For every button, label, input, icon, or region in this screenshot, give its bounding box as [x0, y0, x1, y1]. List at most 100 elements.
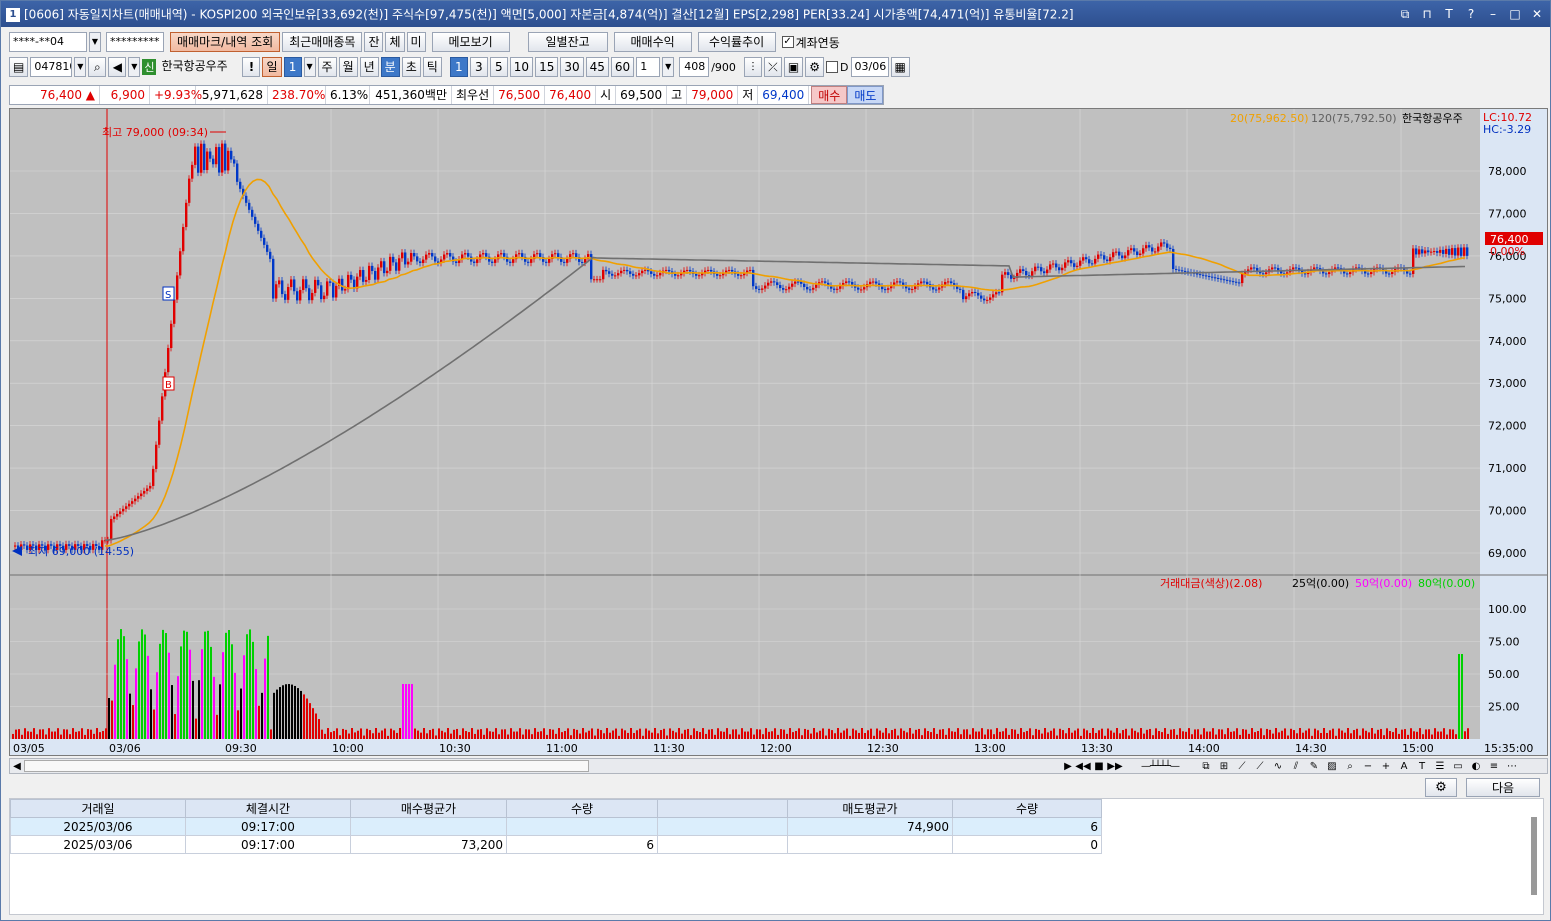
memo-button[interactable]: 메모보기	[431, 32, 510, 52]
candle-body	[1295, 267, 1298, 269]
text-style-icon[interactable]: T	[1413, 761, 1431, 772]
search-icon[interactable]: ⌕	[88, 57, 107, 77]
scroll-left-icon[interactable]: ◀	[10, 761, 24, 772]
chart-canvas[interactable]: 03/05 03/06 09:30 10:00 10:30 11:00 11:30 12:00…	[10, 109, 1547, 755]
alert-button[interactable]: !	[242, 57, 261, 77]
picture-icon[interactable]: ▨	[1323, 761, 1341, 772]
table-row[interactable]: 2025/03/06 09:17:00 74,900 6	[10, 817, 1102, 836]
layout-icon[interactable]: ⧉	[1197, 761, 1215, 772]
gear-icon[interactable]: ⚙	[805, 57, 825, 77]
wave-icon[interactable]: ∿	[1269, 761, 1287, 772]
speaker-icon[interactable]: ◀	[108, 57, 127, 77]
maximize-icon[interactable]: □	[1508, 1, 1522, 27]
trade-mark-button[interactable]: 매매마크/내역 조회	[170, 32, 281, 52]
help-icon[interactable]: ?	[1464, 1, 1478, 27]
zoom-icon[interactable]: ⌕	[1341, 761, 1359, 772]
period-dropdown-icon[interactable]: ▼	[303, 57, 316, 77]
price-chart[interactable]: 03/05 03/06 09:30 10:00 10:30 11:00 11:30 12:00…	[9, 108, 1548, 756]
next-button[interactable]: 다음	[1466, 778, 1540, 797]
col-sell-avg[interactable]: 매도평균가	[787, 799, 953, 818]
pin-icon[interactable]: ⊓	[1420, 1, 1434, 27]
period-minute[interactable]: 분	[380, 57, 400, 77]
col-sell-qty[interactable]: 수량	[952, 799, 1102, 818]
unfilled-button[interactable]: 미	[406, 32, 426, 52]
grid-scrollbar[interactable]	[1531, 817, 1537, 895]
zoom-slider-icon[interactable]: —┴┴┴┴—	[1123, 761, 1197, 772]
config-icon[interactable]: ⋯	[1503, 761, 1521, 772]
pen-icon[interactable]: ✎	[1305, 761, 1323, 772]
account-dropdown-icon[interactable]: ▼	[89, 32, 101, 52]
stop-icon[interactable]: ■	[1091, 761, 1107, 772]
daily-balance-button[interactable]: 일별잔고	[527, 32, 608, 52]
channel-icon[interactable]: ⫽	[1287, 761, 1305, 772]
range-field[interactable]: 408	[679, 57, 710, 77]
fibo-icon[interactable]: ⟋	[1251, 761, 1269, 772]
minute-15[interactable]: 15	[535, 57, 559, 77]
menu-icon[interactable]: ≡	[1485, 761, 1503, 772]
date-field[interactable]: 03/06	[850, 57, 889, 77]
period-tick[interactable]: 틱	[422, 57, 442, 77]
chart-scrollbar[interactable]: ◀ ▶ ◀◀ ■ ▶▶ —┴┴┴┴— ⧉ ⊞ ⟋ ⟋ ∿ ⫽ ✎ ▨ ⌕ − +…	[9, 758, 1548, 774]
sell-button[interactable]: 매도	[847, 86, 884, 104]
account-field[interactable]: ****-**04	[9, 32, 87, 52]
col-exec-time[interactable]: 체결시간	[185, 799, 351, 818]
scroll-right-icon[interactable]: ▶	[1061, 761, 1075, 772]
period-month[interactable]: 월	[338, 57, 358, 77]
period-count[interactable]: 1	[283, 57, 302, 77]
volume-bar	[1041, 733, 1043, 739]
col-trade-date[interactable]: 거래일	[10, 799, 186, 818]
volume-bar	[369, 730, 371, 739]
table-row[interactable]: 2025/03/06 09:17:00 73,200 6 0	[10, 835, 1102, 854]
period-year[interactable]: 년	[359, 57, 379, 77]
buy-button[interactable]: 매수	[811, 86, 848, 104]
recent-trades-button[interactable]: 최근매매종목	[282, 32, 363, 52]
period-day[interactable]: 일	[262, 57, 282, 77]
save-icon[interactable]: ▣	[783, 57, 804, 77]
period-second[interactable]: 초	[401, 57, 421, 77]
table-icon[interactable]: ▭	[1449, 761, 1467, 772]
minute-3[interactable]: 3	[469, 57, 488, 77]
settings-gear-icon[interactable]: ⚙	[1425, 778, 1457, 797]
minute-10[interactable]: 10	[509, 57, 534, 77]
minute-5[interactable]: 5	[489, 57, 508, 77]
forward-icon[interactable]: ▶▶	[1107, 761, 1123, 772]
minute-60[interactable]: 60	[610, 57, 635, 77]
list-icon[interactable]: ☰	[1431, 761, 1449, 772]
stock-code-field[interactable]: 047810	[30, 57, 73, 77]
speaker-dropdown-icon[interactable]: ▼	[128, 57, 141, 77]
minute-30[interactable]: 30	[560, 57, 584, 77]
account-link-checkbox[interactable]: ✓	[781, 36, 794, 48]
col-buy-qty[interactable]: 수량	[506, 799, 658, 818]
stock-code-dropdown-icon[interactable]: ▼	[74, 57, 87, 77]
executed-button[interactable]: 체	[385, 32, 405, 52]
code-icon[interactable]: ▤	[9, 57, 29, 77]
calendar-icon[interactable]: ▦	[890, 57, 910, 77]
trendline-icon[interactable]: ⟋	[1233, 761, 1251, 772]
col-buy-avg[interactable]: 매수평균가	[350, 799, 507, 818]
balance-button[interactable]: 잔	[364, 32, 384, 52]
period-week[interactable]: 주	[317, 57, 337, 77]
interval-dropdown-icon[interactable]: ▼	[662, 57, 675, 77]
volume-bar	[405, 684, 407, 739]
password-field[interactable]: *********	[106, 32, 164, 52]
rewind-icon[interactable]: ◀◀	[1075, 761, 1091, 772]
link-icon[interactable]: ⧉	[1398, 1, 1412, 27]
tool-icon[interactable]: ⤫	[763, 57, 782, 77]
zoom-in-icon[interactable]: +	[1377, 761, 1395, 772]
minimize-icon[interactable]: –	[1486, 1, 1500, 27]
col-blank[interactable]	[657, 799, 788, 818]
date-checkbox[interactable]	[826, 61, 839, 73]
trade-profit-button[interactable]: 매매수익	[613, 32, 692, 52]
font-icon[interactable]: T	[1442, 1, 1456, 27]
scroll-thumb[interactable]	[24, 760, 589, 772]
profit-trend-button[interactable]: 수익률추이	[697, 32, 776, 52]
close-icon[interactable]: ✕	[1530, 1, 1544, 27]
split-icon[interactable]: ⊞	[1215, 761, 1233, 772]
interval-field[interactable]: 1	[636, 57, 661, 77]
minute-1[interactable]: 1	[449, 57, 468, 77]
text-icon[interactable]: A	[1395, 761, 1413, 772]
zoom-out-icon[interactable]: −	[1359, 761, 1377, 772]
color-icon[interactable]: ◐	[1467, 761, 1485, 772]
minute-45[interactable]: 45	[585, 57, 609, 77]
indicator-icon[interactable]: ⫶	[743, 57, 762, 77]
